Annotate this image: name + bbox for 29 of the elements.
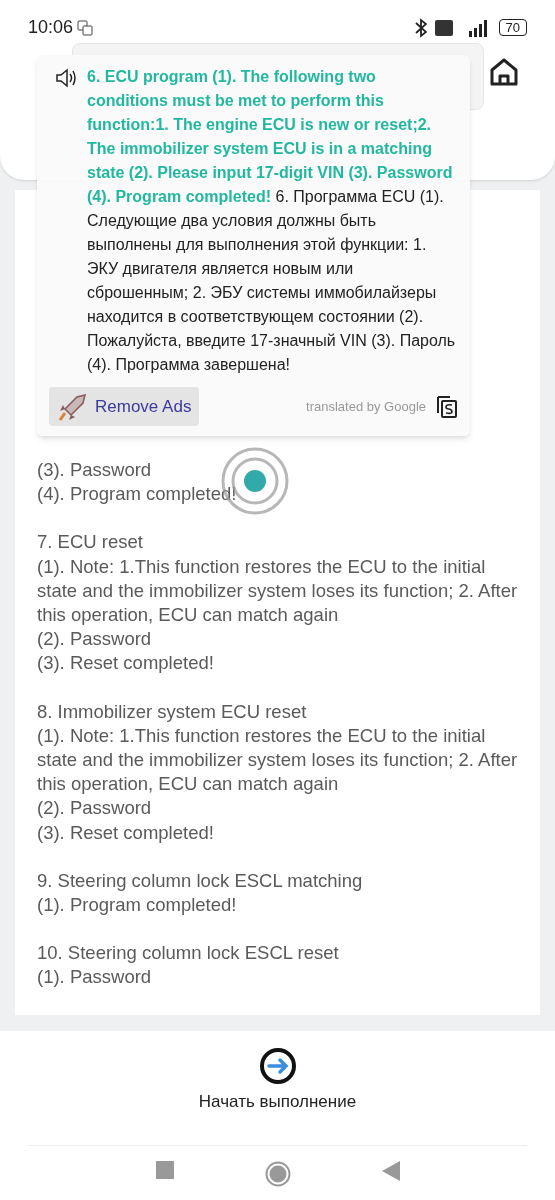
- copy-icon[interactable]: [436, 394, 458, 419]
- content-text: (4). Program completed!: [37, 482, 238, 507]
- content-text: (3). Reset completed!: [37, 651, 215, 676]
- content-text: (3). Reset completed!: [37, 820, 215, 845]
- home-icon[interactable]: [489, 57, 519, 87]
- start-button[interactable]: Начать выполнение: [198, 1047, 357, 1115]
- content-text: (1). Note: 1.This function restores the ECU to the initial state and the immobilizer system loses its function; 2. After this operation, ECU can match again: [37, 723, 518, 797]
- recents-icon[interactable]: [155, 1161, 174, 1179]
- content-text: (2). Password: [37, 627, 153, 652]
- remove-ads-button[interactable]: Remove Ads: [49, 387, 200, 426]
- back-icon[interactable]: [381, 1161, 400, 1181]
- content-text: (2). Password: [37, 796, 153, 821]
- translate-icon: [77, 19, 94, 36]
- speaker-icon[interactable]: [55, 68, 77, 88]
- arrow-right-icon: [258, 1047, 297, 1085]
- content-text: (1). Program completed!: [37, 893, 238, 918]
- home-nav-icon[interactable]: [264, 1161, 291, 1187]
- google-attribution: translated by Google: [306, 397, 426, 416]
- content-text: 7. ECU reset: [37, 530, 144, 555]
- bluetooth-icon: [414, 17, 427, 38]
- content-text: (1). Password: [37, 965, 153, 990]
- translation-text: 6. ECU program (1). The following two conditions must be met to perform this function:1. The engine ECU is new or reset;2. The immobilizer system ECU is in a matching state (2). Please input 17-digit VIN (3). Password (4). Program completed! 6. Программа ECU (1). Следующие два условия должны быть выполнены для выполнения этой функции: 1. ЭКУ двигателя является новым или сброшенным; 2. ЭБУ системы иммобилайзеры находится в соответствующем состоянии (2). Пожалуйста, введите 17-значный VIN (3). Пароль (4). Программа завершена!: [87, 67, 457, 375]
- content-text: (3). Password: [37, 458, 153, 482]
- content-text: (1). Note: 1.This function restores the ECU to the initial state and the immobilizer system loses its function; 2. After this operation, ECU can match again: [37, 554, 518, 627]
- status-time: 10:06: [28, 16, 74, 39]
- content-text: 10. Steering column lock ESCL reset: [37, 941, 340, 966]
- content-text: 9. Steering column lock ESCL matching: [37, 868, 364, 893]
- content-text: 8. Immobilizer system ECU reset: [37, 699, 308, 724]
- battery-indicator: 70: [498, 19, 527, 36]
